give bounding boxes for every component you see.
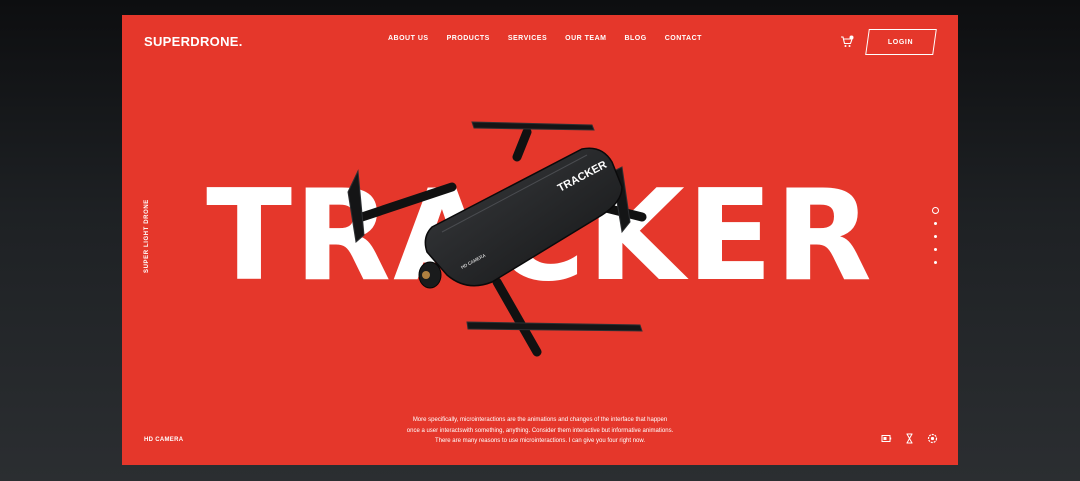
slider-dot-5[interactable]: [933, 261, 937, 264]
feature-label: HD CAMERA: [144, 437, 184, 443]
description-line: There are many reasons to use microinter…: [434, 438, 646, 444]
drone-image: TRACKER HD CAMERA: [347, 121, 647, 357]
slider-dot-3[interactable]: [933, 235, 937, 238]
nav-item-our-team[interactable]: OUR TEAM: [565, 35, 606, 42]
login-button[interactable]: LOGIN: [865, 29, 937, 55]
nav-item-about-us[interactable]: ABOUT US: [388, 35, 429, 42]
cart-icon[interactable]: [840, 35, 854, 49]
description: More specifically, microinteractions are…: [372, 415, 708, 447]
login-button-label: LOGIN: [888, 38, 914, 46]
main-nav: ABOUT US PRODUCTS SERVICES OUR TEAM BLOG…: [388, 35, 702, 42]
slider-dot-2[interactable]: [933, 222, 937, 225]
nav-item-blog[interactable]: BLOG: [624, 35, 646, 42]
nav-item-services[interactable]: SERVICES: [508, 35, 547, 42]
battery-icon[interactable]: [881, 433, 892, 444]
brand-logo[interactable]: SUPERDRONE.: [144, 34, 243, 49]
description-line: once a user interactswith something, any…: [406, 427, 674, 434]
description-line: More specifically, microinteractions are…: [412, 417, 668, 423]
slider-pagination: [930, 207, 940, 274]
feature-icons: [881, 433, 938, 444]
slider-dot-1[interactable]: [931, 207, 939, 214]
side-label: SUPER LIGHT DRONE: [144, 199, 150, 273]
nav-item-products[interactable]: PRODUCTS: [447, 35, 490, 42]
hero-card: SUPERDRONE. ABOUT US PRODUCTS SERVICES O…: [122, 15, 958, 465]
hourglass-icon[interactable]: [904, 433, 915, 444]
settings-icon[interactable]: [927, 433, 938, 444]
nav-item-contact[interactable]: CONTACT: [665, 35, 702, 42]
slider-dot-4[interactable]: [933, 248, 937, 251]
